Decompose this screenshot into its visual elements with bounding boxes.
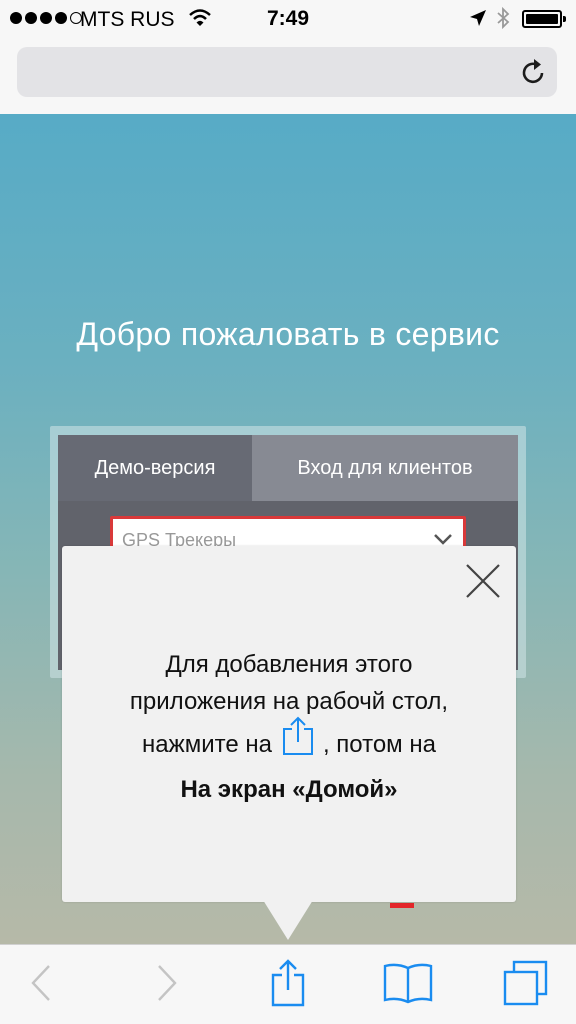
popup-line-3-after: , потом на [322, 730, 436, 758]
share-icon [271, 958, 305, 1012]
tab-demo[interactable]: Демо-версия [58, 435, 252, 501]
popup-message: Для добавления этого приложения на рабоч… [62, 646, 516, 808]
location-arrow-icon [469, 9, 487, 32]
welcome-title: Добро пожаловать в сервис [76, 316, 500, 352]
share-icon [282, 716, 314, 767]
tab-clients-login[interactable]: Вход для клиентов [252, 435, 518, 501]
browser-toolbar [0, 944, 576, 1024]
forward-button[interactable] [140, 945, 194, 1024]
clock: 7:49 [266, 7, 310, 30]
tabs-button[interactable] [496, 945, 556, 1024]
back-icon [30, 964, 52, 1007]
popup-line-2: приложения на рабочй стол, [129, 688, 449, 715]
back-button[interactable] [14, 945, 68, 1024]
bookmarks-button[interactable] [378, 945, 438, 1024]
battery-icon [522, 10, 566, 28]
popup-line-4: На экран «Домой» [180, 776, 398, 803]
popup-line-3-before: нажмите на [142, 730, 272, 758]
popup-line-3: нажмите на , потом на [62, 716, 516, 771]
forward-icon [156, 964, 178, 1007]
url-field[interactable] [17, 47, 557, 97]
share-button[interactable] [260, 945, 316, 1024]
browser-address-area [0, 38, 576, 114]
popup-pointer [263, 900, 313, 940]
add-to-home-popup: Для добавления этого приложения на рабоч… [62, 546, 516, 902]
close-icon[interactable] [465, 563, 501, 604]
bookmarks-icon [383, 962, 433, 1009]
bluetooth-icon [496, 6, 510, 35]
reload-icon[interactable] [521, 58, 547, 91]
red-accent-bar [390, 903, 414, 908]
popup-line-1: Для добавления этого [165, 651, 413, 678]
tabs-icon [502, 960, 550, 1011]
status-bar: MTS RUS 7:49 [0, 0, 576, 38]
